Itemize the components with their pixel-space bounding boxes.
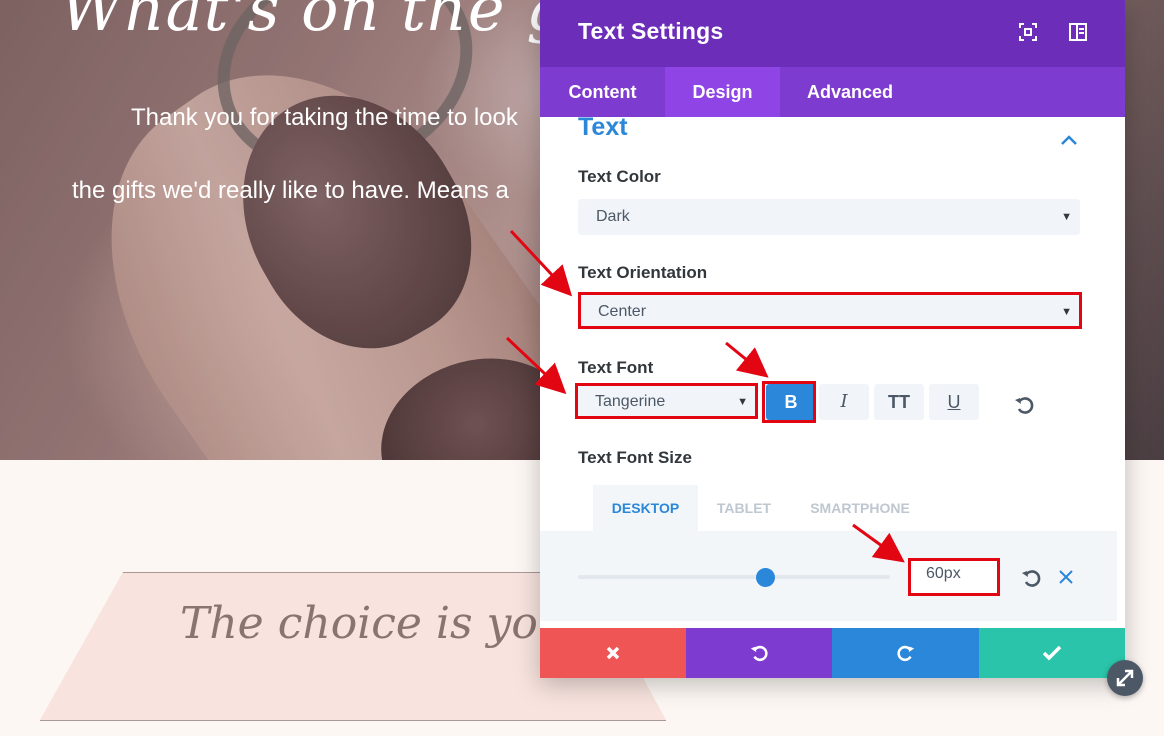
chevron-down-icon: ▼: [1061, 306, 1072, 318]
tab-design[interactable]: Design: [665, 67, 780, 117]
redo-button[interactable]: [832, 628, 979, 678]
text-font-label: Text Font: [578, 358, 654, 377]
redo-icon: [896, 645, 914, 662]
resize-icon: [1116, 669, 1134, 687]
text-color-select[interactable]: Dark ▼: [578, 199, 1080, 235]
undo-icon: [750, 645, 768, 662]
expand-icon[interactable]: [1018, 22, 1038, 42]
text-font-select[interactable]: Tangerine ▼: [578, 385, 756, 419]
font-size-input[interactable]: 60px: [910, 560, 998, 594]
text-settings-modal: Text Settings Content Design Advanced Te…: [540, 0, 1125, 678]
text-orientation-value: Center: [598, 303, 647, 320]
text-font-size-label: Text Font Size: [578, 448, 692, 467]
reset-icon[interactable]: [1013, 394, 1035, 416]
tab-content[interactable]: Content: [540, 67, 665, 117]
tab-advanced[interactable]: Advanced: [780, 67, 920, 117]
text-color-label: Text Color: [578, 167, 661, 186]
font-size-slider-track[interactable]: [578, 575, 890, 579]
resize-handle[interactable]: [1107, 660, 1143, 696]
tab-desktop[interactable]: DESKTOP: [593, 485, 698, 531]
modal-title: Text Settings: [578, 18, 724, 44]
settings-tabs: Content Design Advanced: [540, 67, 1125, 117]
underline-button[interactable]: U: [929, 384, 979, 420]
reset-icon[interactable]: [1020, 567, 1042, 589]
undo-button[interactable]: [686, 628, 832, 678]
font-size-panel: 60px: [540, 531, 1117, 621]
modal-header: Text Settings: [540, 0, 1125, 67]
bold-button[interactable]: B: [766, 384, 816, 420]
close-icon: [606, 646, 620, 660]
hero-text-line: Thank you for taking the time to look: [131, 104, 518, 131]
modal-footer: [540, 628, 1125, 678]
text-color-value: Dark: [596, 208, 630, 225]
uppercase-button[interactable]: TT: [874, 384, 924, 420]
hero-text-line: the gifts we'd really like to have. Mean…: [72, 177, 509, 204]
italic-button[interactable]: I: [819, 384, 869, 420]
discard-button[interactable]: [540, 628, 686, 678]
close-icon[interactable]: [1057, 568, 1075, 586]
text-font-value: Tangerine: [595, 393, 666, 410]
chevron-down-icon: ▼: [737, 396, 748, 408]
settings-body: Text Text Color Dark ▼ Text Orientation …: [540, 117, 1125, 628]
text-orientation-label: Text Orientation: [578, 263, 708, 282]
tab-tablet[interactable]: TABLET: [698, 485, 790, 531]
section-title[interactable]: Text: [578, 117, 628, 142]
text-orientation-select[interactable]: Center ▼: [580, 294, 1080, 330]
banner-divider: [123, 572, 585, 573]
chevron-up-icon[interactable]: [1058, 131, 1080, 149]
split-view-icon[interactable]: [1068, 22, 1088, 42]
font-size-slider-thumb[interactable]: [755, 568, 775, 587]
banner-divider: [40, 720, 666, 721]
save-button[interactable]: [979, 628, 1125, 678]
tab-smartphone[interactable]: SMARTPHONE: [790, 485, 930, 531]
chevron-down-icon: ▼: [1061, 211, 1072, 223]
checkmark-icon: [1042, 645, 1062, 661]
